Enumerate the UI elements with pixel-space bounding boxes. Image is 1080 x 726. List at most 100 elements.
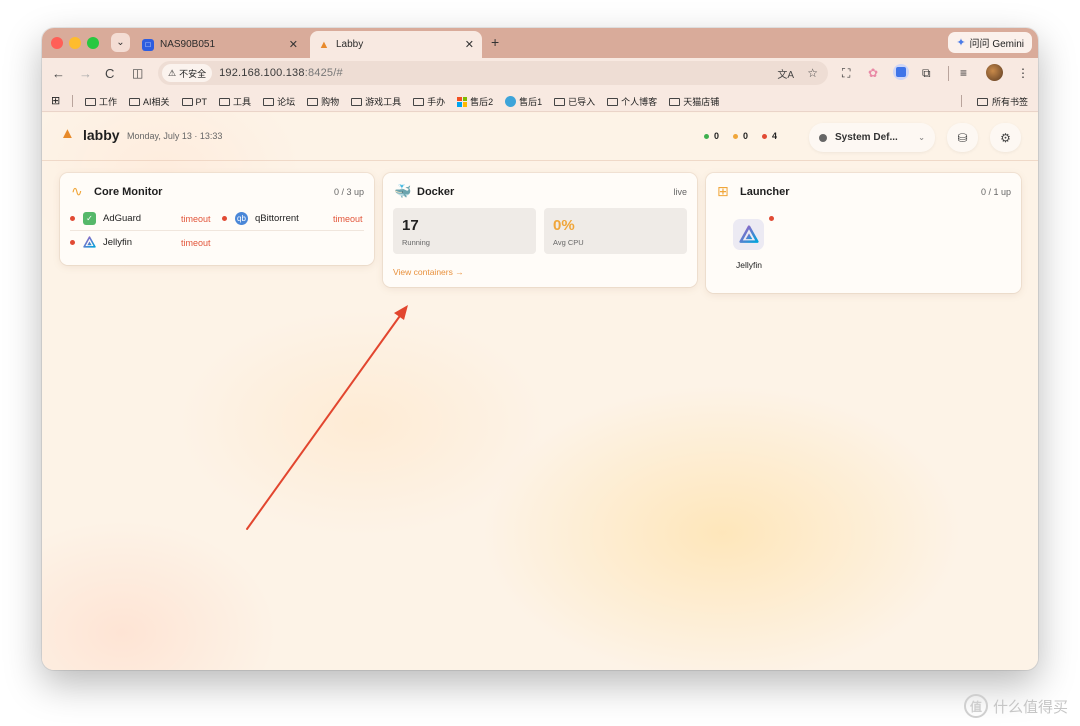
settings-button[interactable]: ⚙ bbox=[990, 123, 1021, 152]
reading-list-icon[interactable]: ≡ bbox=[960, 66, 967, 80]
bookmark-item[interactable]: 游戏工具 bbox=[351, 95, 401, 108]
bookmark-item[interactable]: 售后2 bbox=[457, 95, 493, 108]
apps-grid-icon[interactable]: ⊞ bbox=[51, 94, 60, 107]
service-qbittorrent[interactable]: qb qBittorrent timeout bbox=[222, 212, 363, 225]
close-window-button[interactable] bbox=[51, 37, 63, 49]
view-containers-link[interactable]: View containers → bbox=[393, 267, 464, 277]
bookmark-item[interactable]: 售后1 bbox=[505, 95, 542, 108]
bookmark-label: 工作 bbox=[99, 97, 118, 107]
translate-icon[interactable]: 文A bbox=[777, 66, 794, 81]
launcher-item-name: Jellyfin bbox=[736, 260, 762, 270]
close-tab-icon[interactable]: ✕ bbox=[289, 38, 298, 51]
status-counter: 0 bbox=[733, 131, 748, 141]
cpu-label: Avg CPU bbox=[553, 238, 584, 247]
maximize-window-button[interactable] bbox=[87, 37, 99, 49]
header-datetime: Monday, July 13 · 13:33 bbox=[127, 131, 223, 141]
folder-icon bbox=[85, 97, 96, 106]
docker-card: 🐳 Docker live 17 Running 0% Avg CPU View… bbox=[383, 173, 697, 287]
bookmarks-divider bbox=[961, 95, 962, 107]
tab-nas[interactable]: □ NAS90B051 ✕ bbox=[134, 31, 306, 58]
bookmark-star-icon[interactable]: ☆ bbox=[807, 66, 818, 80]
card-title: Launcher bbox=[740, 186, 790, 198]
bookmark-label: 购物 bbox=[321, 97, 340, 107]
url-path: :8425/# bbox=[304, 67, 343, 79]
gemini-button[interactable]: ✦ 问问 Gemini bbox=[948, 32, 1032, 53]
bookmark-item[interactable]: AI相关 bbox=[129, 95, 170, 108]
theme-select[interactable]: System Def... ⌄ bbox=[809, 123, 935, 152]
theme-icon bbox=[819, 133, 827, 142]
url-host: 192.168.100.138 bbox=[219, 67, 305, 79]
back-arrow-icon[interactable]: ← bbox=[52, 66, 65, 81]
status-counter: 4 bbox=[762, 131, 777, 141]
bookmark-label: 工具 bbox=[233, 97, 252, 107]
browser-toolbar: ← → C ◫ ⚠ 不安全 192.168.100.138:8425/# 文A … bbox=[42, 58, 1038, 90]
browser-window: ⌄ □ NAS90B051 ✕ ▲ Labby ✕ + ✦ 问问 Gemini … bbox=[42, 28, 1038, 670]
status-counters: 0 0 4 bbox=[704, 131, 777, 141]
service-adguard[interactable]: ✓ AdGuard timeout bbox=[70, 212, 211, 225]
blue-extension-icon[interactable] bbox=[893, 64, 909, 80]
launcher-card: ⊞ Launcher 0 / 1 up Jellyfin bbox=[706, 173, 1021, 293]
split-view-icon[interactable]: ◫ bbox=[132, 66, 143, 80]
jellyfin-icon bbox=[83, 236, 96, 249]
bookmark-label: 手办 bbox=[427, 97, 446, 107]
status-dot bbox=[769, 216, 774, 221]
tab-search-chevron-icon[interactable]: ⌄ bbox=[111, 33, 130, 52]
bookmark-label: 售后2 bbox=[470, 97, 494, 107]
tab-title: Labby bbox=[336, 39, 364, 50]
all-bookmarks[interactable]: 所有书签 bbox=[976, 95, 1028, 108]
gemini-label: 问问 Gemini bbox=[969, 39, 1024, 50]
card-meta: 0 / 1 up bbox=[980, 187, 1011, 197]
bookmark-item[interactable]: 天猫店铺 bbox=[669, 95, 719, 108]
security-indicator[interactable]: ⚠ 不安全 bbox=[162, 64, 213, 82]
bookmark-item[interactable]: 论坛 bbox=[263, 95, 295, 108]
minimize-window-button[interactable] bbox=[69, 37, 81, 49]
watermark-text: 什么值得买 bbox=[992, 698, 1068, 716]
bookmark-item[interactable]: 个人博客 bbox=[607, 95, 657, 108]
labby-page: ▲ labby Monday, July 13 · 13:33 0 0 4 Syst… bbox=[42, 113, 1038, 670]
all-bookmarks-label: 所有书签 bbox=[991, 97, 1028, 107]
status-dot bbox=[70, 240, 75, 245]
screenshot-extension-icon[interactable]: ⛶ bbox=[842, 66, 850, 81]
forward-arrow-icon[interactable]: → bbox=[79, 66, 92, 81]
launcher-item-jellyfin[interactable]: Jellyfin bbox=[716, 207, 782, 283]
close-tab-icon[interactable]: ✕ bbox=[465, 38, 474, 51]
bookmark-item[interactable]: 购物 bbox=[307, 95, 339, 108]
bookmark-label: 天猫店铺 bbox=[683, 97, 720, 107]
bookmark-label: 售后1 bbox=[519, 97, 543, 107]
reload-icon[interactable]: C bbox=[105, 66, 114, 81]
folder-icon bbox=[351, 97, 363, 106]
profile-avatar[interactable] bbox=[986, 64, 1003, 81]
url-text[interactable]: 192.168.100.138:8425/# bbox=[219, 67, 343, 79]
gear-icon: ⚙ bbox=[1000, 130, 1011, 145]
browser-menu-icon[interactable]: ⋮ bbox=[1017, 66, 1029, 80]
new-tab-button[interactable]: + bbox=[491, 34, 499, 50]
bookmarks-divider bbox=[72, 95, 73, 107]
bookmark-label: 游戏工具 bbox=[365, 97, 402, 107]
flask-logo-icon: ▲ bbox=[60, 125, 75, 142]
tab-strip: ⌄ □ NAS90B051 ✕ ▲ Labby ✕ + ✦ 问问 Gemini bbox=[42, 28, 1038, 58]
bookmark-item[interactable]: 手办 bbox=[413, 95, 445, 108]
database-button[interactable]: ⛁ bbox=[947, 123, 978, 152]
docker-whale-icon: 🐳 bbox=[394, 183, 412, 199]
bookmark-item[interactable]: 工作 bbox=[85, 95, 117, 108]
extensions-puzzle-icon[interactable]: ⧉ bbox=[922, 66, 931, 81]
folder-icon bbox=[181, 97, 193, 106]
security-label: 不安全 bbox=[179, 68, 207, 79]
tab-labby[interactable]: ▲ Labby ✕ bbox=[310, 31, 482, 58]
cpu-stat: 0% Avg CPU bbox=[544, 208, 687, 254]
core-monitor-card: ∿ Core Monitor 0 / 3 up ✓ AdGuard timeou… bbox=[60, 173, 374, 265]
warning-triangle-icon: ⚠ bbox=[168, 67, 177, 78]
brand-name: labby bbox=[83, 127, 120, 143]
service-status: timeout bbox=[181, 237, 211, 248]
bookmark-list: 工作 AI相关 PT 工具 论坛 购物 游戏工具 手办 售后2 售后1 已导入 个人博客 天猫店铺 bbox=[85, 95, 719, 108]
folder-icon bbox=[129, 97, 141, 106]
service-jellyfin[interactable]: Jellyfin timeout bbox=[70, 236, 211, 249]
nas-favicon-icon: □ bbox=[142, 38, 154, 51]
bookmark-item[interactable]: PT bbox=[181, 95, 207, 108]
address-bar[interactable]: ⚠ 不安全 192.168.100.138:8425/# 文A ☆ bbox=[158, 61, 828, 85]
bookmark-item[interactable]: 已导入 bbox=[554, 95, 595, 108]
bilibili-extension-icon[interactable]: ✿ bbox=[868, 66, 878, 80]
bookmark-label: AI相关 bbox=[143, 97, 170, 107]
bookmark-item[interactable]: 工具 bbox=[219, 95, 251, 108]
globe-icon bbox=[505, 96, 517, 107]
